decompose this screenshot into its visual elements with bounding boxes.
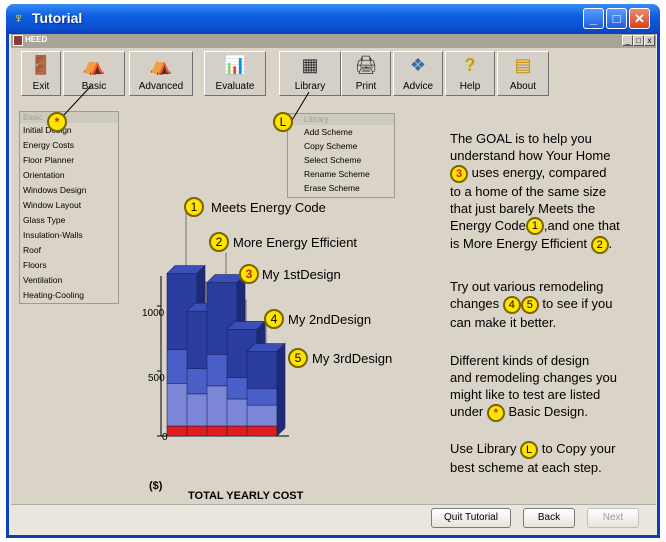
close-button[interactable]: ✕ [629, 8, 650, 29]
tryout-paragraph: Try out various remodeling changes 45 to… [450, 279, 613, 330]
bar-4-segment-1 [246, 404, 278, 427]
series-label-3: My 1stDesign [262, 267, 341, 282]
y-tick-1000: 1000 [142, 308, 165, 319]
bar-4-side [276, 342, 286, 437]
goal-paragraph: The GOAL is to help you understand how Y… [450, 130, 665, 254]
next-button[interactable]: Next [587, 508, 639, 528]
window-title: Tutorial [32, 10, 83, 26]
kinds-paragraph: Different kinds of design and remodeling… [450, 352, 665, 422]
callout-badge-3: 3 [239, 264, 259, 284]
quit-tutorial-button[interactable]: Quit Tutorial [431, 508, 511, 528]
inline-badge-1: 1 [525, 217, 544, 236]
bottom-button-bar: Quit Tutorial Back Next [11, 504, 656, 530]
series-label-4: My 2ndDesign [288, 312, 372, 327]
y-axis-unit: ($) [149, 480, 163, 492]
inline-badge-3: 3 [450, 164, 468, 183]
inline-badge-4: 4 [502, 295, 521, 314]
series-label-5: My 3rdDesign [312, 351, 393, 366]
series-label-1: Meets Energy Code [211, 200, 326, 215]
inline-badge-5: 5 [520, 295, 539, 314]
bar-4-segment-0 [246, 425, 278, 437]
back-button[interactable]: Back [523, 508, 575, 528]
callout-badge-2: 2 [209, 232, 229, 252]
inline-library-badge: L [520, 440, 539, 459]
series-label-2: More Energy Efficient [233, 235, 358, 250]
tutorial-window: ♆ Tutorial _ □ ✕ HEED _ □ x 🚪 Exit ⛺ Bas… [6, 4, 660, 538]
app-icon: ♆ [13, 10, 25, 27]
maximize-button[interactable]: □ [606, 8, 627, 29]
heed-application: HEED _ □ x 🚪 Exit ⛺ Basic ⛺ Advanced 📊 E… [11, 34, 656, 530]
title-bar[interactable]: ♆ Tutorial _ □ ✕ [6, 4, 660, 34]
y-tick-0: 0 [162, 432, 168, 443]
callout-badge-5: 5 [288, 348, 308, 368]
inline-badge-2: 2 [590, 235, 609, 254]
callout-badge-1: 1 [184, 197, 204, 217]
minimize-button[interactable]: _ [583, 8, 604, 29]
inline-star-badge: * [486, 403, 505, 422]
y-tick-500: 500 [148, 373, 165, 384]
callout-badge-4: 4 [264, 309, 284, 329]
x-axis-title: TOTAL YEARLY COST [188, 490, 304, 502]
bar-4-segment-2 [246, 388, 278, 406]
bar-4-segment-3 [246, 351, 278, 390]
library-paragraph: Use Library L to Copy your best scheme a… [450, 440, 616, 475]
